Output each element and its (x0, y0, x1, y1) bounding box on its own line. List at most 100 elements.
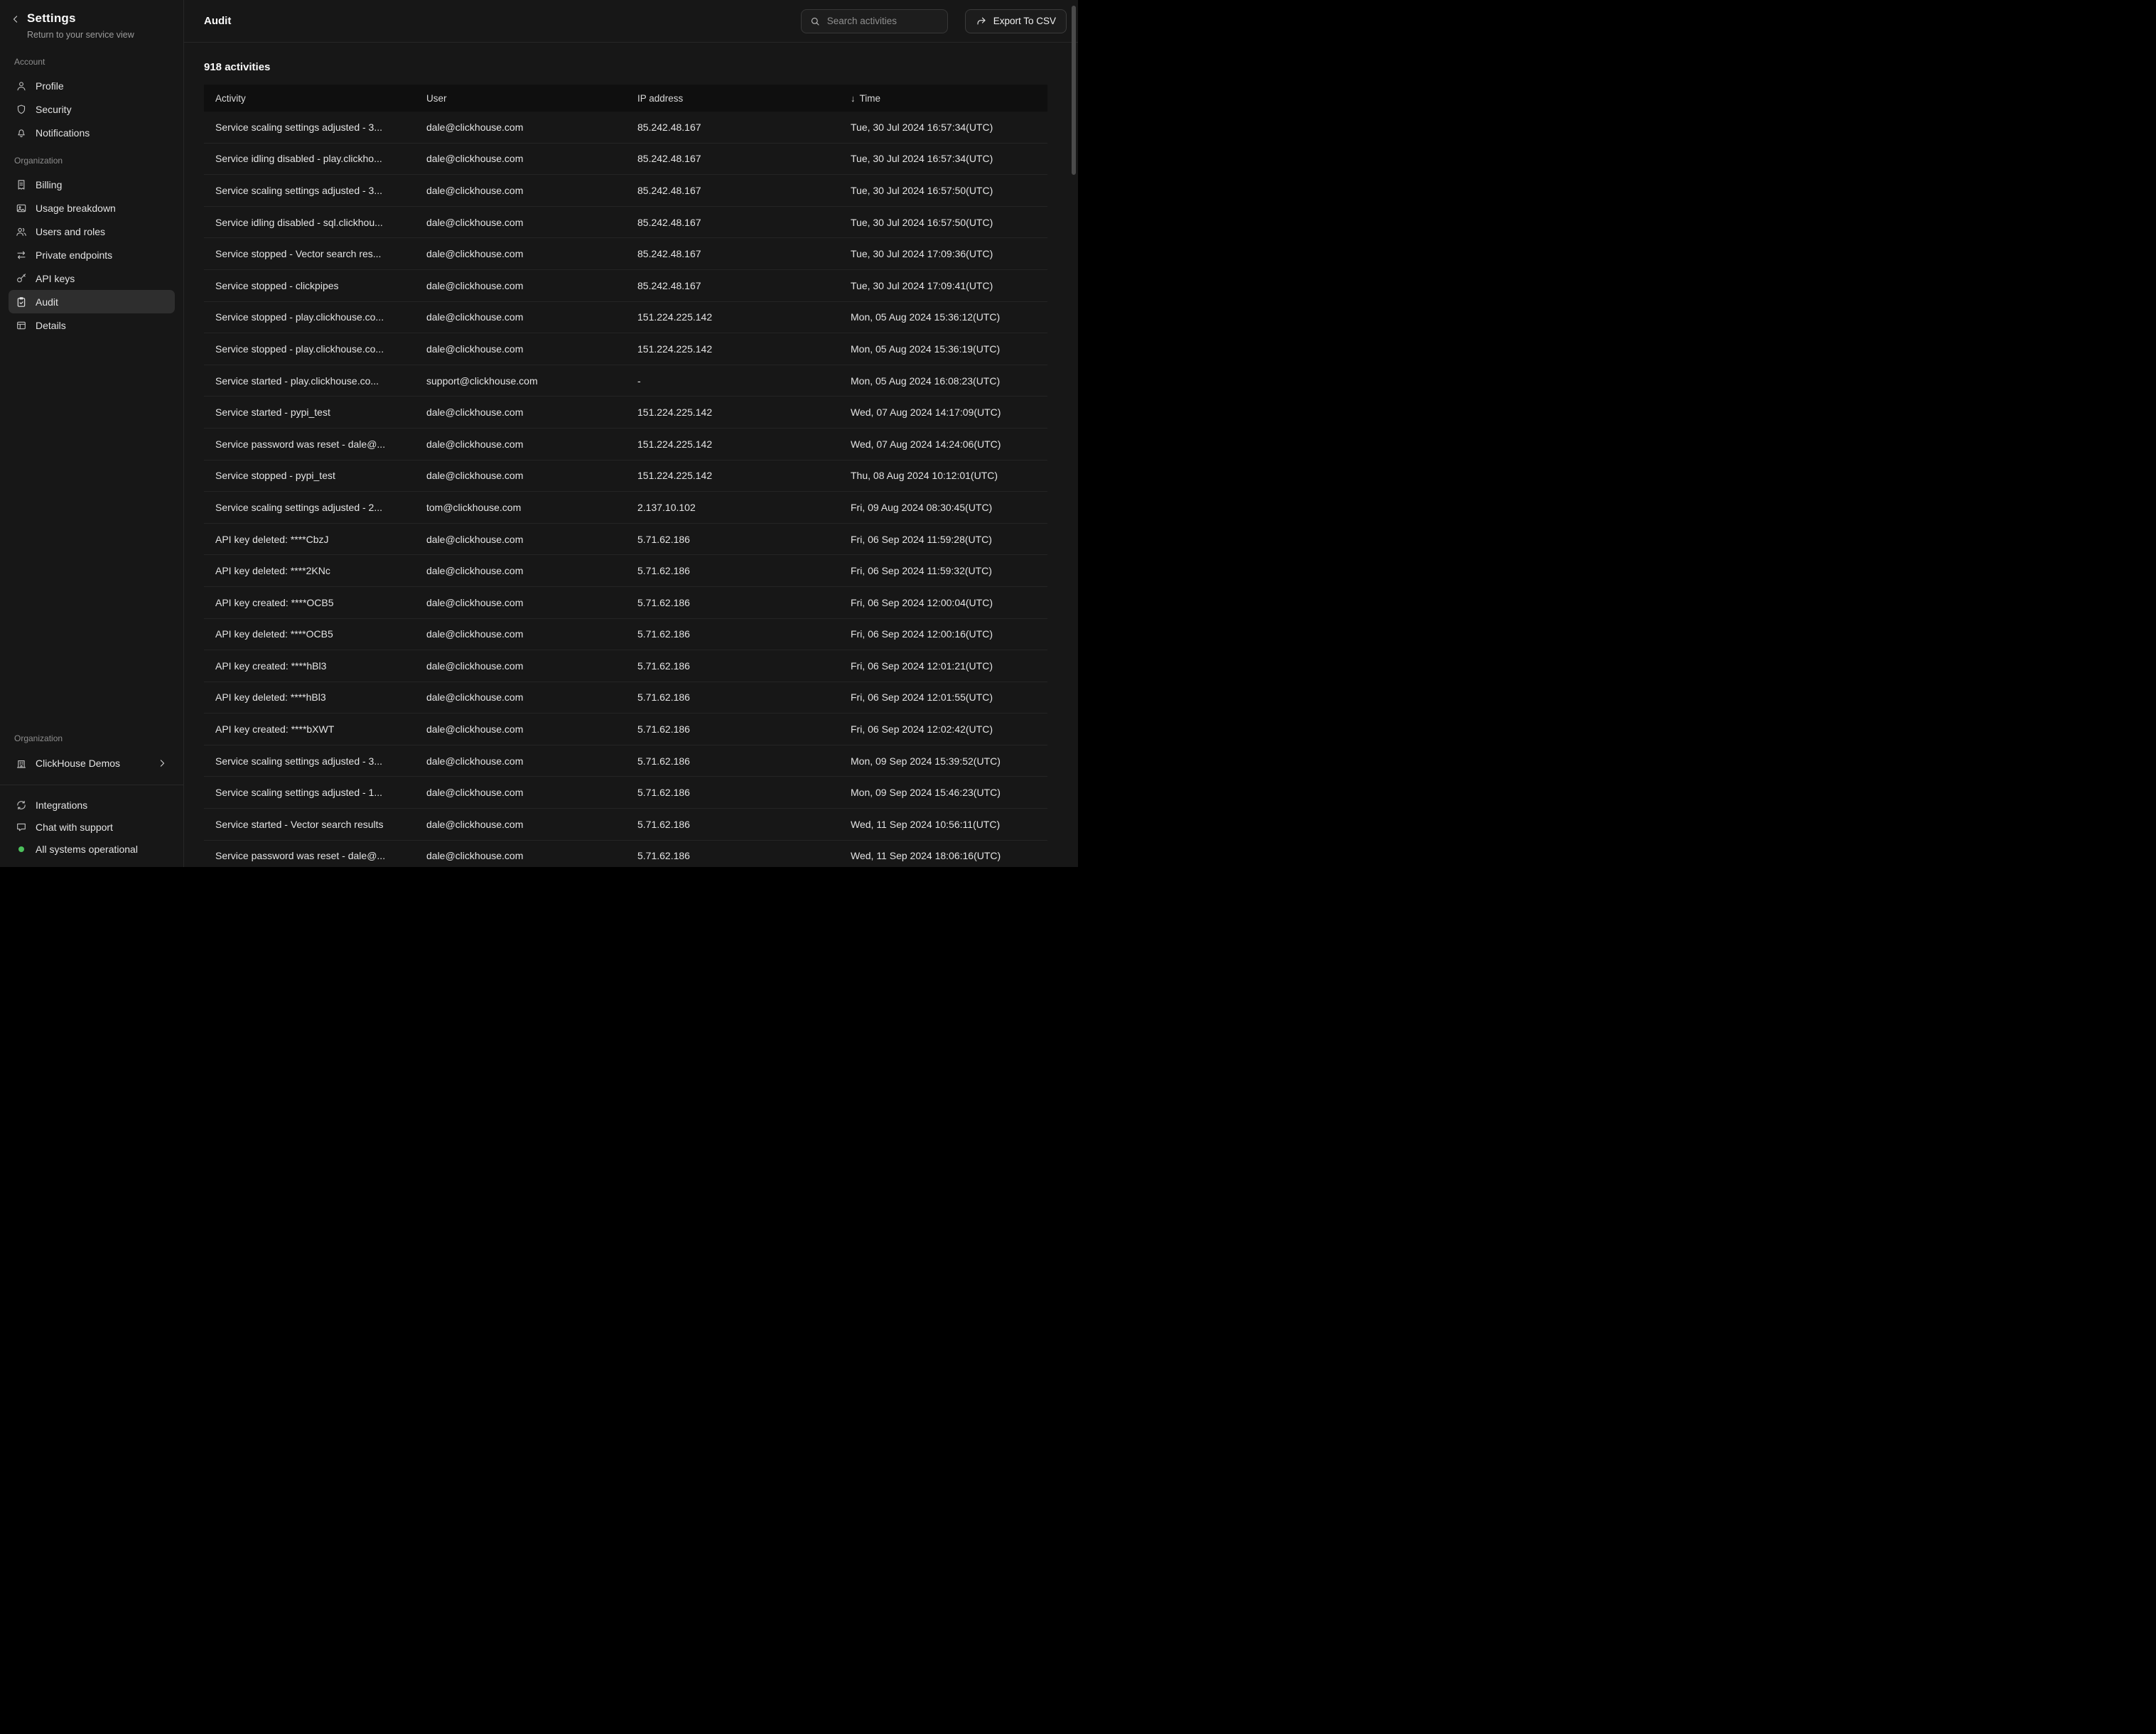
sidebar-item-label: Private endpoints (36, 249, 112, 261)
sidebar-item-details[interactable]: Details (9, 313, 175, 337)
org-switcher-label: Organization (9, 722, 175, 750)
table-row[interactable]: API key deleted: ****OCB5dale@clickhouse… (204, 619, 1047, 651)
cell-ip: 85.242.48.167 (626, 185, 839, 196)
cell-time: Fri, 09 Aug 2024 08:30:45(UTC) (839, 502, 1047, 513)
table-row[interactable]: Service idling disabled - sql.clickhou..… (204, 207, 1047, 239)
audit-main: Audit Export To CSV 918 activities Activ… (184, 0, 1078, 867)
table-row[interactable]: Service stopped - play.clickhouse.co...d… (204, 302, 1047, 334)
footer-item-label: Integrations (36, 799, 87, 811)
table-row[interactable]: Service idling disabled - play.clickho..… (204, 144, 1047, 176)
export-icon (976, 16, 987, 27)
cell-time: Mon, 05 Aug 2024 16:08:23(UTC) (839, 375, 1047, 387)
sidebar-nav: AccountProfileSecurityNotificationsOrgan… (0, 43, 183, 337)
user-icon (16, 80, 27, 92)
cell-user: tom@clickhouse.com (415, 502, 626, 513)
cell-ip: 151.224.225.142 (626, 343, 839, 355)
cell-ip: 5.71.62.186 (626, 691, 839, 703)
table-row[interactable]: Service started - Vector search resultsd… (204, 809, 1047, 841)
sidebar-item-label: Profile (36, 80, 64, 92)
back-chevron-icon[interactable] (10, 14, 21, 25)
sidebar-title: Settings (27, 11, 134, 26)
sidebar-item-notifications[interactable]: Notifications (9, 121, 175, 144)
cell-user: dale@clickhouse.com (415, 755, 626, 767)
sidebar-item-usage-breakdown[interactable]: Usage breakdown (9, 196, 175, 220)
column-header-time[interactable]: ↓ Time (839, 93, 1047, 104)
sidebar-item-profile[interactable]: Profile (9, 74, 175, 97)
cell-ip: 5.71.62.186 (626, 534, 839, 545)
column-header-ip[interactable]: IP address (626, 93, 839, 104)
sidebar-subtitle[interactable]: Return to your service view (27, 30, 134, 40)
table-row[interactable]: API key created: ****bXWTdale@clickhouse… (204, 713, 1047, 745)
cell-ip: 151.224.225.142 (626, 406, 839, 418)
cell-user: support@clickhouse.com (415, 375, 626, 387)
sidebar-item-audit[interactable]: Audit (9, 290, 175, 313)
cell-activity: API key deleted: ****OCB5 (204, 628, 415, 640)
table-row[interactable]: Service scaling settings adjusted - 2...… (204, 492, 1047, 524)
org-switcher-name: ClickHouse Demos (36, 758, 120, 769)
org-switcher-row[interactable]: ClickHouse Demos (9, 750, 175, 776)
sidebar-item-integrations[interactable]: Integrations (9, 794, 175, 816)
table-row[interactable]: Service stopped - play.clickhouse.co...d… (204, 333, 1047, 365)
table-row[interactable]: Service stopped - clickpipesdale@clickho… (204, 270, 1047, 302)
chart-image-icon (16, 203, 27, 214)
swap-arrows-icon (16, 249, 27, 261)
cell-activity: Service password was reset - dale@... (204, 438, 415, 450)
cell-user: dale@clickhouse.com (415, 597, 626, 608)
cell-ip: 5.71.62.186 (626, 565, 839, 576)
page-title: Audit (204, 15, 231, 27)
audit-checklist-icon (16, 296, 27, 308)
table-row[interactable]: Service started - pypi_testdale@clickhou… (204, 397, 1047, 429)
table-row[interactable]: Service scaling settings adjusted - 3...… (204, 745, 1047, 777)
table-row[interactable]: API key created: ****hBl3dale@clickhouse… (204, 650, 1047, 682)
table-row[interactable]: API key deleted: ****hBl3dale@clickhouse… (204, 682, 1047, 714)
details-icon (16, 320, 27, 331)
table-row[interactable]: Service scaling settings adjusted - 3...… (204, 175, 1047, 207)
table-row[interactable]: Service scaling settings adjusted - 3...… (204, 112, 1047, 144)
sidebar-item-users-and-roles[interactable]: Users and roles (9, 220, 175, 243)
cell-time: Fri, 06 Sep 2024 12:01:21(UTC) (839, 660, 1047, 672)
table-header-row: Activity User IP address ↓ Time (204, 85, 1047, 112)
cell-activity: Service password was reset - dale@... (204, 850, 415, 861)
table-row[interactable]: Service started - play.clickhouse.co...s… (204, 365, 1047, 397)
cell-user: dale@clickhouse.com (415, 470, 626, 481)
cell-time: Mon, 05 Aug 2024 15:36:12(UTC) (839, 311, 1047, 323)
table-row[interactable]: Service password was reset - dale@...dal… (204, 429, 1047, 461)
cell-ip: 85.242.48.167 (626, 217, 839, 228)
cell-activity: Service scaling settings adjusted - 2... (204, 502, 415, 513)
sidebar-item-label: Audit (36, 296, 58, 308)
table-row[interactable]: Service stopped - pypi_testdale@clickhou… (204, 461, 1047, 492)
column-header-user[interactable]: User (415, 93, 626, 104)
table-row[interactable]: Service stopped - Vector search res...da… (204, 238, 1047, 270)
cell-user: dale@clickhouse.com (415, 343, 626, 355)
sidebar-item-all-systems-operational[interactable]: All systems operational (9, 838, 175, 860)
cell-time: Wed, 07 Aug 2024 14:24:06(UTC) (839, 438, 1047, 450)
table-row[interactable]: API key deleted: ****CbzJdale@clickhouse… (204, 524, 1047, 556)
export-csv-button[interactable]: Export To CSV (965, 9, 1067, 33)
cell-ip: 85.242.48.167 (626, 122, 839, 133)
sidebar-item-private-endpoints[interactable]: Private endpoints (9, 243, 175, 266)
table-row[interactable]: API key created: ****OCB5dale@clickhouse… (204, 587, 1047, 619)
cell-ip: 85.242.48.167 (626, 280, 839, 291)
key-icon (16, 273, 27, 284)
cell-user: dale@clickhouse.com (415, 280, 626, 291)
cell-activity: Service started - pypi_test (204, 406, 415, 418)
table-row[interactable]: API key deleted: ****2KNcdale@clickhouse… (204, 555, 1047, 587)
table-row[interactable]: Service scaling settings adjusted - 1...… (204, 777, 1047, 809)
cell-user: dale@clickhouse.com (415, 122, 626, 133)
column-header-activity[interactable]: Activity (204, 93, 415, 104)
cell-user: dale@clickhouse.com (415, 565, 626, 576)
cell-time: Fri, 06 Sep 2024 12:02:42(UTC) (839, 723, 1047, 735)
vertical-scrollbar-thumb[interactable] (1072, 6, 1076, 175)
cell-user: dale@clickhouse.com (415, 153, 626, 164)
footer-item-label: Chat with support (36, 822, 113, 833)
sidebar-item-api-keys[interactable]: API keys (9, 266, 175, 290)
cell-time: Mon, 09 Sep 2024 15:39:52(UTC) (839, 755, 1047, 767)
footer-item-label: All systems operational (36, 844, 138, 855)
table-row[interactable]: Service password was reset - dale@...dal… (204, 841, 1047, 867)
sidebar-item-billing[interactable]: Billing (9, 173, 175, 196)
cell-time: Wed, 07 Aug 2024 14:17:09(UTC) (839, 406, 1047, 418)
sidebar-item-security[interactable]: Security (9, 97, 175, 121)
sidebar-item-chat-with-support[interactable]: Chat with support (9, 816, 175, 838)
search-input[interactable] (827, 16, 939, 26)
cell-time: Tue, 30 Jul 2024 17:09:41(UTC) (839, 280, 1047, 291)
